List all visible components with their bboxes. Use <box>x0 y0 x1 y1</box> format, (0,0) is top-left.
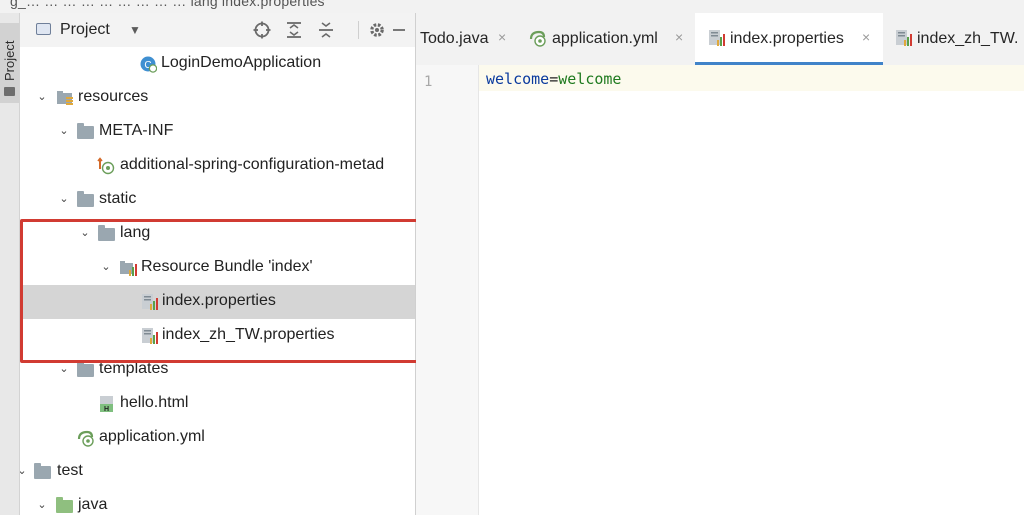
tab-label: index.properties <box>730 30 844 47</box>
tree-item-static[interactable]: ⌄ static <box>20 183 415 217</box>
expand-all-icon <box>287 22 301 38</box>
spring-metadata-file-icon <box>97 157 115 175</box>
project-tool-window-tab[interactable]: Project <box>0 23 19 103</box>
tree-item-label: hello.html <box>120 394 189 411</box>
folder-icon <box>4 87 15 96</box>
tree-item-additional-spring-configuration-metadata[interactable]: additional-spring-configuration-metad <box>20 149 415 183</box>
editor-tab-bar: Todo.java × application.yml × index.prop… <box>416 13 1024 66</box>
chevron-down-icon[interactable]: ⌄ <box>35 89 49 103</box>
chevron-down-icon[interactable]: ⌄ <box>57 361 71 375</box>
tree-item-hello-html[interactable]: H hello.html <box>20 387 415 421</box>
collapse-all-icon <box>319 22 333 38</box>
line-number: 1 <box>424 74 433 90</box>
tree-item-java[interactable]: ⌄ java <box>20 489 415 515</box>
hide-panel-button[interactable] <box>388 19 410 41</box>
tab-application-yml[interactable]: application.yml × <box>516 13 694 65</box>
resources-folder-icon <box>56 89 74 107</box>
chevron-down-icon[interactable]: ▼ <box>129 23 141 37</box>
project-tab-label: Project <box>2 40 17 81</box>
tree-item-label: META-INF <box>99 122 174 139</box>
spring-yml-file-icon <box>77 429 95 447</box>
expand-all-button[interactable] <box>283 19 305 41</box>
tree-item-application-yml[interactable]: application.yml <box>20 421 415 455</box>
html-file-icon: H <box>98 395 116 413</box>
close-icon[interactable]: × <box>498 29 506 45</box>
crosshair-icon <box>253 21 271 39</box>
folder-icon <box>34 463 52 481</box>
tree-item-label: LoginDemoApplication <box>161 54 322 71</box>
close-icon[interactable]: × <box>862 29 870 45</box>
tree-item-test[interactable]: ⌄ test <box>20 455 415 489</box>
tab-label: index_zh_TW. <box>917 30 1019 47</box>
project-view-icon <box>36 23 51 35</box>
tree-item-resources[interactable]: ⌄ resources <box>20 81 415 115</box>
spring-boot-class-icon: C <box>139 55 158 73</box>
tab-index-zh-tw-properties[interactable]: index_zh_TW. <box>884 13 1024 65</box>
folder-icon <box>77 361 95 379</box>
editor-area: Todo.java × application.yml × index.prop… <box>416 13 1024 515</box>
collapse-all-button[interactable] <box>315 19 337 41</box>
tab-index-properties[interactable]: index.properties × <box>695 13 883 65</box>
project-panel-title[interactable]: Project <box>60 21 110 39</box>
svg-text:H: H <box>104 406 109 413</box>
locate-file-button[interactable] <box>251 19 273 41</box>
tree-item-label: additional-spring-configuration-metad <box>120 156 385 173</box>
breadcrumb-bar: g_… … … … … … … … … lang index.propertie… <box>0 0 1024 13</box>
project-panel-header: Project ▼ <box>20 13 415 47</box>
header-divider <box>358 21 359 39</box>
properties-file-icon <box>708 29 726 47</box>
tab-todo-java[interactable]: Todo.java × <box>416 13 516 65</box>
tree-item-label: java <box>78 496 108 513</box>
line-number-gutter: 1 <box>416 65 479 515</box>
property-key: welcome <box>486 70 550 88</box>
close-icon[interactable]: × <box>675 29 683 45</box>
tree-item-label: resources <box>78 88 149 105</box>
tool-window-strip: Project <box>0 13 20 515</box>
gear-icon <box>370 23 384 37</box>
minimize-icon <box>393 29 405 31</box>
breadcrumb: g_… … … … … … … … … lang index.propertie… <box>10 0 325 9</box>
highlight-annotation-box <box>20 219 460 363</box>
chevron-down-icon[interactable]: ⌄ <box>35 497 49 511</box>
tab-label: application.yml <box>552 30 658 47</box>
code-line[interactable]: welcome=welcome <box>486 70 621 88</box>
properties-file-icon <box>895 29 913 47</box>
tree-item-label: static <box>99 190 137 207</box>
chevron-down-icon[interactable]: ⌄ <box>57 123 71 137</box>
tree-item-label: test <box>57 462 83 479</box>
tree-item-label: application.yml <box>99 428 205 445</box>
chevron-down-icon[interactable]: ⌄ <box>20 463 29 477</box>
tree-item-meta-inf[interactable]: ⌄ META-INF <box>20 115 415 149</box>
settings-button[interactable] <box>366 19 388 41</box>
chevron-down-icon[interactable]: ⌄ <box>57 191 71 205</box>
tab-label: Todo.java <box>420 30 489 47</box>
folder-icon <box>77 123 95 141</box>
spring-yml-file-icon <box>529 29 547 47</box>
property-separator: = <box>549 70 559 88</box>
property-value: welcome <box>558 70 622 88</box>
test-source-folder-icon <box>56 497 74 515</box>
folder-icon <box>77 191 95 209</box>
tree-item-login-demo-application[interactable]: C LoginDemoApplication <box>20 47 415 81</box>
